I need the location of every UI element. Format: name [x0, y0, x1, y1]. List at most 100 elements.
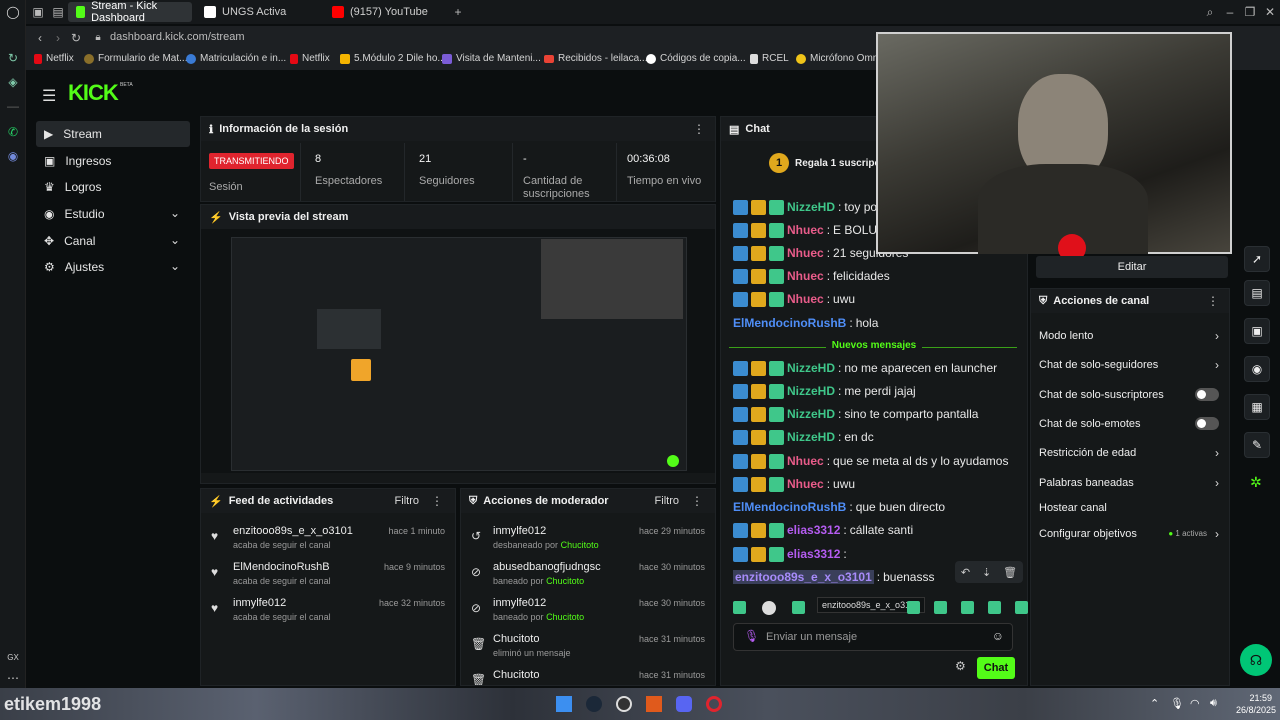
chat-username[interactable]: Nhuec [787, 269, 824, 283]
session-menu-icon[interactable]: ⋮ [693, 122, 705, 136]
chat-send-button[interactable]: Chat [977, 657, 1015, 679]
emote-icon[interactable] [961, 601, 974, 614]
opera-logo-icon[interactable]: ◯ [5, 4, 21, 20]
chat-username[interactable]: Nhuec [787, 292, 824, 306]
gamepad-icon[interactable]: ▣ [30, 4, 46, 20]
url-field[interactable]: dashboard.kick.com/stream [110, 31, 245, 43]
more-icon[interactable]: ⋯ [5, 670, 21, 686]
moderator-filter-button[interactable]: Filtro [655, 495, 679, 507]
action-subs-only[interactable]: Chat de solo-suscriptores [1031, 380, 1229, 409]
discord-icon[interactable]: ◉ [5, 148, 21, 164]
mic-tray-icon[interactable]: 🎙︎ [1170, 697, 1184, 710]
new-tab-icon[interactable]: + [450, 4, 466, 20]
action-followers-only[interactable]: Chat de solo-seguidores › [1031, 350, 1229, 379]
pin-icon[interactable]: ⇣ [982, 566, 991, 579]
support-icon[interactable]: ☊ [1240, 644, 1272, 676]
obs-icon[interactable] [616, 696, 632, 712]
action-slow-mode[interactable]: Modo lento › [1031, 321, 1229, 350]
chat-settings-icon[interactable]: ⚙ [955, 659, 966, 673]
chat-username[interactable]: Nhuec [787, 477, 824, 491]
chat-input[interactable]: 🎙︎ Enviar un mensaje ☺ [733, 623, 1013, 651]
sidebar-item-logros[interactable]: ♛ Logros [36, 174, 190, 200]
sidebar-item-estudio[interactable]: ◉ Estudio ⌄ [36, 201, 190, 227]
bookmark-item[interactable]: Visita de Manteni... [442, 53, 541, 64]
volume-icon[interactable]: 🔊︎ [1210, 697, 1217, 710]
chat-username[interactable]: NizzeHD [787, 200, 835, 214]
emote-icon[interactable] [792, 601, 805, 614]
bookmark-item[interactable]: Recibidos - leilaca... [544, 53, 647, 64]
restore-icon[interactable]: ❐ [1242, 4, 1258, 20]
bookmark-item[interactable]: Códigos de copia... [646, 53, 746, 64]
chat-username[interactable]: enzitooo89s_e_x_o3101 [733, 570, 874, 584]
tab-kick-dashboard[interactable]: Stream - Kick Dashboard [68, 0, 192, 24]
chat-username[interactable]: ElMendocinoRushB [733, 500, 846, 514]
whatsapp-icon[interactable]: ✆ [5, 124, 21, 140]
bookmark-item[interactable]: Micrófono Omni... [796, 53, 889, 64]
action-age-restriction[interactable]: Restricción de edad › [1031, 438, 1229, 467]
notes-icon[interactable]: ▤ [1244, 280, 1270, 306]
subs-only-toggle[interactable] [1195, 388, 1219, 401]
trash-icon[interactable]: 🗑︎ [1003, 566, 1017, 579]
emote-icon[interactable] [1015, 601, 1028, 614]
bookmark-item[interactable]: RCEL [750, 53, 789, 64]
tab-ungs[interactable]: UNGS Activa [196, 2, 320, 22]
sidebar-item-ingresos[interactable]: ▣ Ingresos [36, 148, 190, 174]
action-goals[interactable]: Configurar objetivos ● 1 activas › [1031, 519, 1229, 548]
chat-username[interactable]: NizzeHD [787, 384, 835, 398]
discord-taskbar-icon[interactable] [676, 696, 692, 712]
layout-icon[interactable]: ▦ [1244, 394, 1270, 420]
bookmark-item[interactable]: Formulario de Mat... [84, 53, 187, 64]
sidebar-item-canal[interactable]: ✥ Canal ⌄ [36, 228, 190, 254]
wrench-icon[interactable]: ✎ [1244, 432, 1270, 458]
menu-icon[interactable]: ☰ [42, 86, 56, 106]
tab-youtube[interactable]: (9157) YouTube [324, 2, 448, 22]
forward-icon[interactable]: › [50, 30, 66, 46]
emoji-icon[interactable]: ☺ [992, 629, 1004, 643]
search-tabs-icon[interactable]: ⌕ [1202, 4, 1218, 20]
chat-username[interactable]: NizzeHD [787, 361, 835, 375]
stream-preview-video[interactable] [201, 229, 715, 473]
refresh-icon[interactable]: ↻ [5, 50, 21, 66]
bookmark-item[interactable]: Matriculación e in... [186, 53, 286, 64]
sidebar-item-ajustes[interactable]: ⚙ Ajustes ⌄ [36, 254, 190, 280]
reply-icon[interactable]: ↶ [961, 566, 970, 579]
emote-icon[interactable] [988, 601, 1001, 614]
sidebar-item-stream[interactable]: ▶ Stream [36, 121, 190, 147]
bookmark-item[interactable]: 5.Módulo 2 Dile ho... [340, 53, 446, 64]
action-emotes-only[interactable]: Chat de solo-emotes [1031, 409, 1229, 438]
chat-username[interactable]: elias3312 [787, 523, 840, 537]
tray-chevron-icon[interactable]: ⌃ [1150, 697, 1159, 710]
kick-logo[interactable]: KICK [68, 80, 119, 106]
chat-bubble-icon[interactable]: ▣ [1244, 318, 1270, 344]
chat-username[interactable]: ElMendocinoRushB [733, 316, 846, 330]
bookmark-item[interactable]: Netflix [34, 53, 74, 64]
activity-filter-button[interactable]: Filtro [395, 495, 419, 507]
emote-icon[interactable] [907, 601, 920, 614]
app-icon[interactable] [646, 696, 662, 712]
moderator-menu-icon[interactable]: ⋮ [691, 494, 703, 508]
minimize-icon[interactable]: – [1222, 4, 1238, 20]
arrow-icon[interactable]: ➚ [1244, 246, 1270, 272]
channel-actions-menu-icon[interactable]: ⋮ [1207, 294, 1219, 308]
ai-icon[interactable]: ◈ [5, 74, 21, 90]
activity-menu-icon[interactable]: ⋮ [431, 494, 443, 508]
chat-username[interactable]: NizzeHD [787, 430, 835, 444]
steam-icon[interactable] [586, 696, 602, 712]
mic-icon[interactable]: 🎙︎ [744, 629, 759, 643]
chat-username[interactable]: Nhuec [787, 223, 824, 237]
edit-button[interactable]: Editar [1036, 256, 1228, 278]
emote-icon[interactable] [934, 601, 947, 614]
gx-icon[interactable]: GX [5, 650, 21, 666]
wifi-icon[interactable]: ◠ [1190, 697, 1200, 710]
emotes-only-toggle[interactable] [1195, 417, 1219, 430]
emote-icon[interactable] [762, 601, 776, 615]
opera-taskbar-icon[interactable] [706, 696, 722, 712]
windows-start-icon[interactable] [556, 696, 572, 712]
chat-username[interactable]: Nhuec [787, 454, 824, 468]
broadcast-icon[interactable]: ◉ [1244, 356, 1270, 382]
close-icon[interactable]: ✕ [1262, 4, 1278, 20]
chat-username[interactable]: elias3312 [787, 547, 840, 561]
tabs-icon[interactable]: ▤ [50, 4, 66, 20]
clock[interactable]: 21:59 26/8/2025 [1236, 692, 1276, 716]
chat-username[interactable]: Nhuec [787, 246, 824, 260]
